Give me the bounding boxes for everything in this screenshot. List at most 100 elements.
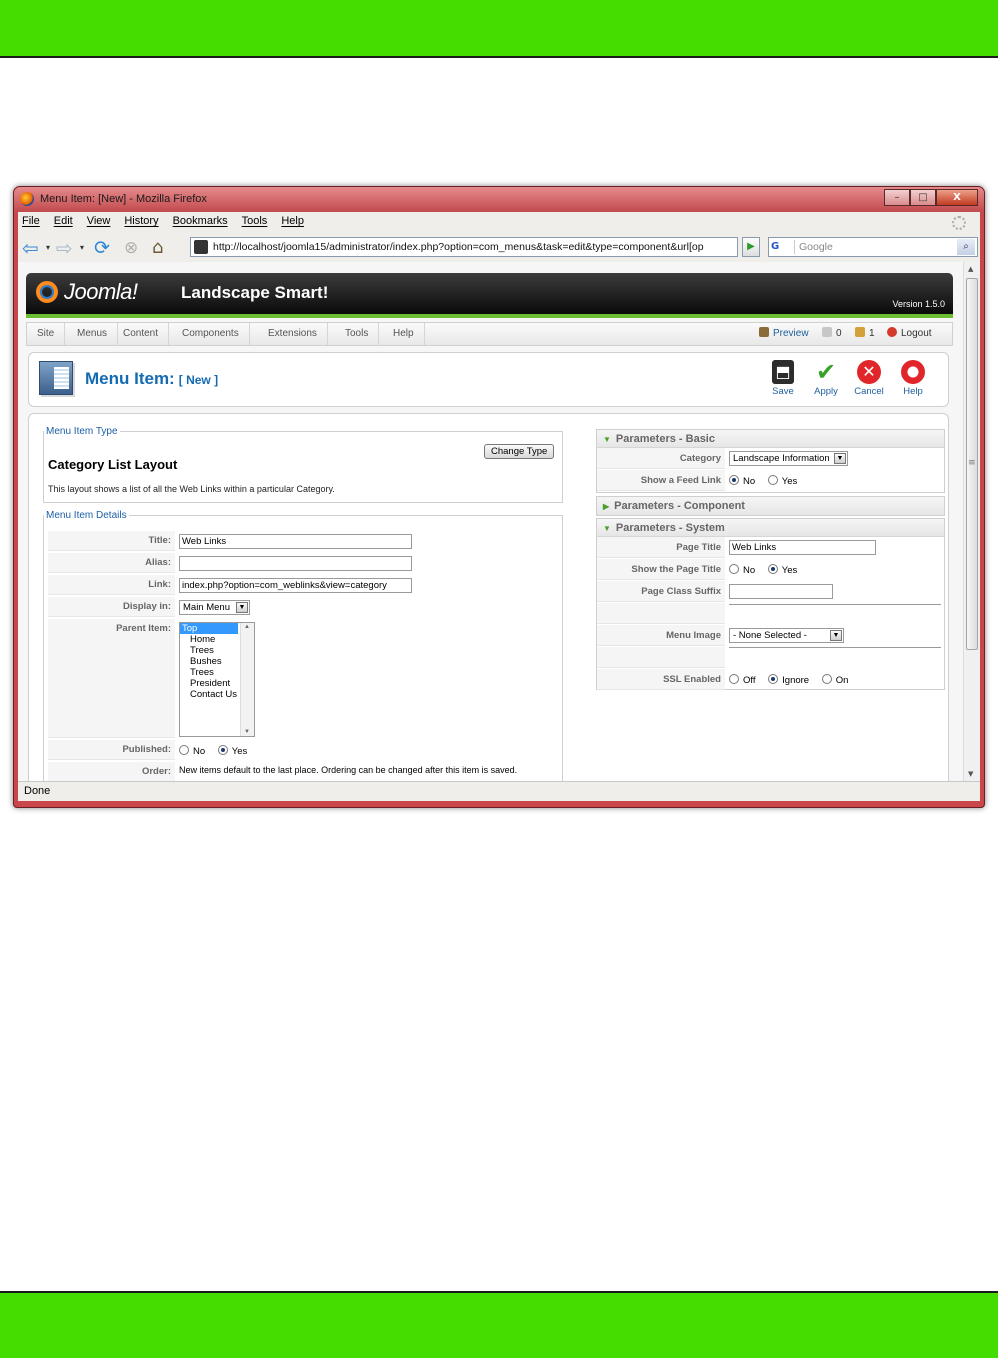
listbox-scrollbar[interactable]: ▲ ▼ bbox=[240, 623, 254, 736]
url-bar[interactable]: http://localhost/joomla15/administrator/… bbox=[190, 237, 738, 257]
forward-arrow-icon[interactable]: ⇨ bbox=[56, 237, 73, 259]
page-title-row: Page Title Web Links bbox=[597, 537, 944, 559]
joomla-logo: Joomla! bbox=[36, 279, 138, 305]
preview-link[interactable]: Preview bbox=[759, 327, 809, 339]
logout-link[interactable]: Logout bbox=[887, 327, 932, 339]
cancel-x-icon: ✕ bbox=[857, 360, 881, 384]
order-label: Order: bbox=[48, 762, 175, 781]
page-scrollbar[interactable]: ▲ ≡ ▼ bbox=[963, 262, 980, 781]
ssl-on-radio[interactable] bbox=[821, 674, 832, 684]
menu-image-label: Menu Image bbox=[597, 625, 725, 646]
show-title-no-radio[interactable] bbox=[729, 564, 739, 574]
ssl-ignore-radio[interactable] bbox=[768, 674, 779, 684]
page-class-suffix-row: Page Class Suffix bbox=[597, 581, 944, 603]
menu-file[interactable]: File bbox=[22, 215, 40, 231]
logout-icon bbox=[887, 327, 897, 337]
parameters-basic-header[interactable]: ▼ Parameters - Basic bbox=[597, 430, 944, 448]
link-input[interactable]: index.php?option=com_weblinks&view=categ… bbox=[179, 578, 412, 593]
content-area: Menu Item Type Category List Layout Chan… bbox=[28, 413, 949, 781]
stop-icon[interactable]: ⊗ bbox=[124, 237, 138, 259]
search-icon[interactable]: ⌕ bbox=[957, 239, 975, 255]
minimize-button[interactable]: – bbox=[884, 189, 910, 206]
reload-icon[interactable]: ⟳ bbox=[94, 237, 110, 259]
order-note: New items default to the last place. Ord… bbox=[179, 765, 518, 775]
display-in-select[interactable]: Main Menu ▼ bbox=[179, 600, 250, 615]
ssl-on-label: On bbox=[835, 675, 849, 686]
admin-menu-content[interactable]: Content bbox=[113, 323, 170, 345]
parameters-system-panel: ▼ Parameters - System Page Title Web Link… bbox=[596, 518, 945, 690]
parameters-basic-panel: ▼ Parameters - Basic Category Landscape I… bbox=[596, 429, 945, 493]
menu-tools[interactable]: Tools bbox=[242, 215, 268, 231]
display-in-row: Display in: Main Menu ▼ bbox=[48, 597, 558, 618]
admin-menu-components[interactable]: Components bbox=[172, 323, 250, 345]
admin-menu-extensions[interactable]: Extensions bbox=[258, 323, 328, 345]
link-label: Link: bbox=[48, 575, 175, 595]
published-no-radio[interactable] bbox=[179, 745, 189, 755]
parent-item-label: Parent Item: bbox=[48, 619, 175, 738]
parent-item-listbox[interactable]: Top Home Trees Bushes Trees President Co… bbox=[179, 622, 255, 737]
ssl-off-radio[interactable] bbox=[729, 674, 739, 684]
menu-image-row: Menu Image - None Selected - ▼ bbox=[597, 625, 944, 647]
cancel-button[interactable]: ✕ Cancel bbox=[847, 360, 891, 397]
search-engine-icon[interactable]: G bbox=[771, 240, 795, 254]
top-green-band bbox=[0, 0, 998, 58]
joomla-header: Joomla! Landscape Smart! Version 1.5.0 bbox=[26, 273, 953, 318]
window-title: Menu Item: [New] - Mozilla Firefox bbox=[40, 193, 207, 205]
menu-item-details-legend: Menu Item Details bbox=[46, 510, 127, 521]
parameters-component-title: Parameters - Component bbox=[614, 500, 745, 512]
title-input[interactable]: Web Links bbox=[179, 534, 412, 549]
home-icon[interactable]: ⌂ bbox=[152, 237, 163, 259]
alias-input[interactable] bbox=[179, 556, 412, 571]
joomla-logo-text: Joomla! bbox=[64, 279, 138, 304]
back-history-dropdown-icon[interactable]: ▾ bbox=[46, 237, 50, 259]
feed-no-radio[interactable] bbox=[729, 475, 739, 485]
scroll-up-icon[interactable]: ▲ bbox=[968, 265, 973, 273]
help-label: Help bbox=[903, 386, 923, 397]
menu-bookmarks[interactable]: Bookmarks bbox=[173, 215, 228, 231]
logout-label: Logout bbox=[901, 328, 932, 339]
messages-count-label: 0 bbox=[836, 328, 842, 339]
feed-no-label: No bbox=[743, 476, 756, 487]
users-count-label: 1 bbox=[869, 328, 875, 339]
menu-help[interactable]: Help bbox=[281, 215, 304, 231]
page-class-suffix-input[interactable] bbox=[729, 584, 833, 599]
back-arrow-icon[interactable]: ⇦ bbox=[22, 237, 39, 259]
feed-yes-radio[interactable] bbox=[767, 475, 778, 485]
close-button[interactable]: X bbox=[936, 189, 978, 206]
parameters-system-header[interactable]: ▼ Parameters - System bbox=[597, 519, 944, 537]
maximize-button[interactable]: □ bbox=[910, 189, 936, 206]
users-online-count[interactable]: 1 bbox=[855, 327, 875, 339]
parent-item-row: Parent Item: Top Home Trees Bushes Trees… bbox=[48, 619, 558, 739]
page-class-suffix-label: Page Class Suffix bbox=[597, 581, 725, 602]
menu-view[interactable]: View bbox=[87, 215, 111, 231]
forward-history-dropdown-icon[interactable]: ▾ bbox=[80, 237, 84, 259]
category-select[interactable]: Landscape Information ▼ bbox=[729, 451, 848, 466]
bottom-green-band bbox=[0, 1291, 998, 1358]
messages-count[interactable]: 0 bbox=[822, 327, 842, 339]
list-item[interactable]: Top bbox=[180, 623, 238, 634]
go-button[interactable]: ▶ bbox=[742, 237, 760, 257]
parameters-component-header[interactable]: ▶ Parameters - Component bbox=[597, 497, 944, 515]
order-row: Order: New items default to the last pla… bbox=[48, 762, 558, 781]
preview-label: Preview bbox=[773, 328, 809, 339]
title-bar[interactable]: Menu Item: [New] - Mozilla Firefox – □ X bbox=[14, 187, 984, 212]
published-yes-radio[interactable] bbox=[217, 745, 228, 755]
display-in-value: Main Menu bbox=[183, 602, 230, 613]
admin-menu-site[interactable]: Site bbox=[27, 323, 66, 345]
search-box[interactable]: G Google ⌕ bbox=[768, 237, 978, 257]
show-title-yes-radio[interactable] bbox=[767, 564, 778, 574]
page-title-input[interactable]: Web Links bbox=[729, 540, 876, 555]
admin-menu-help[interactable]: Help bbox=[383, 323, 425, 345]
scroll-down-icon[interactable]: ▼ bbox=[968, 770, 973, 778]
preview-icon bbox=[759, 327, 769, 337]
apply-button[interactable]: ✔ Apply bbox=[804, 360, 848, 397]
save-button[interactable]: ⬒ Save bbox=[761, 360, 805, 397]
admin-menu-tools[interactable]: Tools bbox=[335, 323, 380, 345]
show-page-title-label: Show the Page Title bbox=[597, 559, 725, 580]
menu-edit[interactable]: Edit bbox=[54, 215, 73, 231]
change-type-button[interactable]: Change Type bbox=[484, 444, 555, 459]
admin-menu-menus[interactable]: Menus bbox=[67, 323, 119, 345]
menu-history[interactable]: History bbox=[124, 215, 158, 231]
menu-image-select[interactable]: - None Selected - ▼ bbox=[729, 628, 844, 643]
help-button[interactable]: Help bbox=[891, 360, 935, 397]
